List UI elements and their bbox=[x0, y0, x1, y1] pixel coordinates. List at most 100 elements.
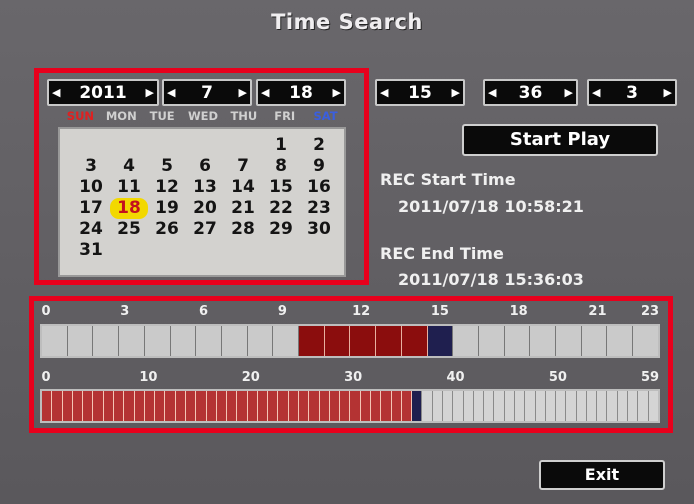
minute-segment[interactable] bbox=[453, 391, 464, 421]
calendar-day[interactable]: 15 bbox=[262, 177, 300, 198]
calendar-day[interactable]: 12 bbox=[148, 177, 186, 198]
hour-segment[interactable] bbox=[171, 326, 197, 356]
minute-segment[interactable] bbox=[566, 391, 577, 421]
hour-segment[interactable] bbox=[299, 326, 325, 356]
minute-segment[interactable] bbox=[62, 391, 73, 421]
hour-segment[interactable] bbox=[42, 326, 68, 356]
minute-segment[interactable] bbox=[535, 391, 546, 421]
minute-segment[interactable] bbox=[93, 391, 104, 421]
calendar-day[interactable]: 24 bbox=[72, 219, 110, 240]
calendar-day[interactable]: 13 bbox=[186, 177, 224, 198]
calendar-day[interactable]: 25 bbox=[110, 219, 148, 240]
calendar-day[interactable]: 7 bbox=[224, 156, 262, 177]
hour-segment[interactable] bbox=[119, 326, 145, 356]
hour-segment[interactable] bbox=[556, 326, 582, 356]
second-spinner[interactable]: ◀ 3 ▶ bbox=[587, 79, 677, 106]
left-arrow-icon[interactable]: ◀ bbox=[488, 87, 496, 98]
minute-segment[interactable] bbox=[196, 391, 207, 421]
calendar-day[interactable]: 26 bbox=[148, 219, 186, 240]
minute-segment[interactable] bbox=[401, 391, 413, 421]
minute-segment[interactable] bbox=[371, 391, 382, 421]
hour-segment[interactable] bbox=[324, 326, 351, 356]
hour-segment[interactable] bbox=[222, 326, 248, 356]
calendar-day[interactable]: 17 bbox=[72, 198, 110, 219]
hour-segment[interactable] bbox=[248, 326, 274, 356]
calendar-day[interactable]: 21 bbox=[224, 198, 262, 219]
minute-segment[interactable] bbox=[628, 391, 639, 421]
calendar-day[interactable]: 19 bbox=[148, 198, 186, 219]
hour-segment[interactable] bbox=[607, 326, 634, 356]
hour-segment[interactable] bbox=[427, 326, 454, 356]
hour-segment[interactable] bbox=[582, 326, 608, 356]
calendar-day[interactable]: 20 bbox=[186, 198, 224, 219]
calendar-day[interactable]: 16 bbox=[300, 177, 338, 198]
calendar-day[interactable]: 1 bbox=[262, 135, 300, 156]
minute-segment[interactable] bbox=[83, 391, 94, 421]
minute-segment[interactable] bbox=[72, 391, 84, 421]
minute-segment[interactable] bbox=[576, 391, 587, 421]
hour-spinner[interactable]: ◀ 15 ▶ bbox=[375, 79, 465, 106]
right-arrow-icon[interactable]: ▶ bbox=[239, 87, 247, 98]
minute-segment[interactable] bbox=[134, 391, 145, 421]
minute-segment[interactable] bbox=[586, 391, 598, 421]
minute-segment[interactable] bbox=[648, 391, 658, 421]
minute-segment[interactable] bbox=[473, 391, 485, 421]
calendar-day[interactable]: 2 bbox=[300, 135, 338, 156]
minute-segment[interactable] bbox=[360, 391, 371, 421]
minute-segment[interactable] bbox=[422, 391, 433, 421]
minute-segment[interactable] bbox=[155, 391, 166, 421]
calendar-day[interactable]: 11 bbox=[110, 177, 148, 198]
left-arrow-icon[interactable]: ◀ bbox=[167, 87, 175, 98]
minute-segment[interactable] bbox=[185, 391, 197, 421]
minute-segment[interactable] bbox=[504, 391, 515, 421]
calendar-day[interactable]: 5 bbox=[148, 156, 186, 177]
month-spinner[interactable]: ◀ 7 ▶ bbox=[162, 79, 252, 106]
hour-segment[interactable] bbox=[453, 326, 479, 356]
left-arrow-icon[interactable]: ◀ bbox=[52, 87, 60, 98]
calendar-day[interactable]: 30 bbox=[300, 219, 338, 240]
hour-segment[interactable] bbox=[376, 326, 402, 356]
minute-segment[interactable] bbox=[463, 391, 474, 421]
minute-segment[interactable] bbox=[175, 391, 186, 421]
minute-segment[interactable] bbox=[113, 391, 125, 421]
minute-segment[interactable] bbox=[278, 391, 289, 421]
right-arrow-icon[interactable]: ▶ bbox=[664, 87, 672, 98]
calendar-day[interactable]: 4 bbox=[110, 156, 148, 177]
right-arrow-icon[interactable]: ▶ bbox=[452, 87, 460, 98]
minute-segment[interactable] bbox=[638, 391, 649, 421]
day-spinner[interactable]: ◀ 18 ▶ bbox=[256, 79, 346, 106]
left-arrow-icon[interactable]: ◀ bbox=[380, 87, 388, 98]
minute-segment[interactable] bbox=[381, 391, 392, 421]
right-arrow-icon[interactable]: ▶ bbox=[146, 87, 154, 98]
minute-segment[interactable] bbox=[144, 391, 156, 421]
hour-segment[interactable] bbox=[505, 326, 531, 356]
minute-segment[interactable] bbox=[42, 391, 53, 421]
minute-segment[interactable] bbox=[442, 391, 454, 421]
hour-segment[interactable] bbox=[273, 326, 300, 356]
hour-segment[interactable] bbox=[93, 326, 120, 356]
minute-segment[interactable] bbox=[165, 391, 176, 421]
calendar-day[interactable]: 3 bbox=[72, 156, 110, 177]
minute-segment[interactable] bbox=[617, 391, 629, 421]
minute-segment[interactable] bbox=[124, 391, 135, 421]
minute-segment[interactable] bbox=[103, 391, 114, 421]
minute-segment[interactable] bbox=[288, 391, 300, 421]
minute-segment[interactable] bbox=[545, 391, 557, 421]
hour-segment[interactable] bbox=[479, 326, 505, 356]
minute-segment[interactable] bbox=[556, 391, 567, 421]
minute-segment[interactable] bbox=[216, 391, 228, 421]
minute-spinner[interactable]: ◀ 36 ▶ bbox=[483, 79, 578, 106]
minute-segment[interactable] bbox=[227, 391, 238, 421]
minute-segment[interactable] bbox=[247, 391, 258, 421]
calendar-day[interactable]: 29 bbox=[262, 219, 300, 240]
minute-segment[interactable] bbox=[52, 391, 63, 421]
minute-segment[interactable] bbox=[391, 391, 402, 421]
calendar-day[interactable]: 27 bbox=[186, 219, 224, 240]
hour-segment[interactable] bbox=[401, 326, 428, 356]
minute-segment[interactable] bbox=[484, 391, 495, 421]
minute-segment[interactable] bbox=[432, 391, 443, 421]
hour-segment[interactable] bbox=[350, 326, 377, 356]
hour-segment[interactable] bbox=[145, 326, 171, 356]
minute-segment[interactable] bbox=[597, 391, 608, 421]
minute-segment[interactable] bbox=[525, 391, 536, 421]
